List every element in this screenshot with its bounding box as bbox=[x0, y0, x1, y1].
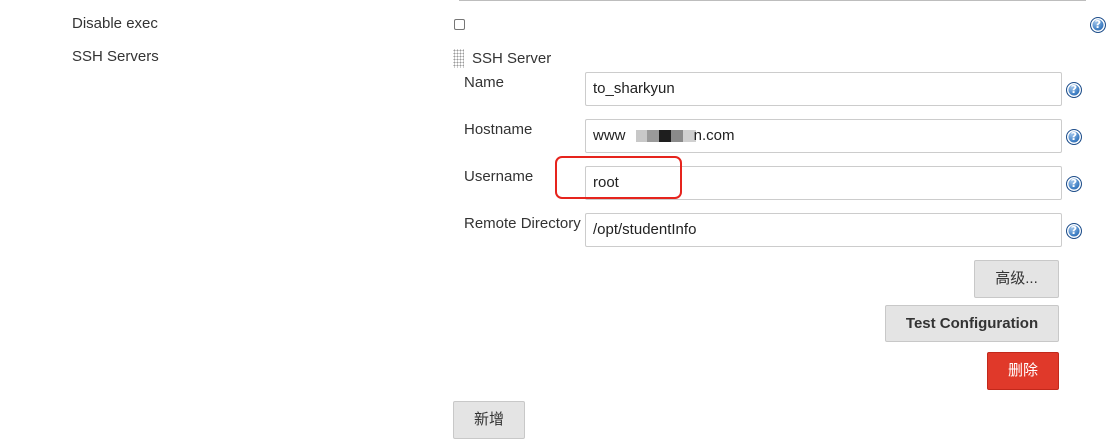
hostname-help-icon[interactable]: ? bbox=[1066, 129, 1082, 145]
remote-directory-help-icon[interactable]: ? bbox=[1066, 223, 1082, 239]
test-configuration-button[interactable]: Test Configuration bbox=[885, 305, 1059, 342]
advanced-button[interactable]: 高级... bbox=[974, 260, 1059, 298]
redaction-mask bbox=[635, 130, 696, 143]
hostname-label: Hostname bbox=[464, 121, 533, 138]
delete-button[interactable]: 删除 bbox=[987, 352, 1059, 390]
disable-exec-label: Disable exec bbox=[72, 15, 158, 32]
name-label: Name bbox=[464, 74, 505, 91]
name-help-icon[interactable]: ? bbox=[1066, 82, 1082, 98]
add-button[interactable]: 新增 bbox=[453, 401, 525, 439]
remote-directory-label: Remote Directory bbox=[464, 215, 581, 232]
drag-handle-icon[interactable] bbox=[453, 49, 464, 68]
ssh-servers-label: SSH Servers bbox=[72, 48, 159, 65]
hostname-value-prefix: www bbox=[593, 127, 626, 144]
disable-exec-help-icon[interactable]: ? bbox=[1090, 17, 1106, 33]
name-input[interactable]: to_sharkyun bbox=[585, 72, 1062, 106]
hostname-value-suffix: .com bbox=[702, 127, 735, 144]
section-divider bbox=[459, 0, 1086, 1]
disable-exec-checkbox[interactable] bbox=[454, 19, 465, 30]
hostname-input[interactable]: www n.com bbox=[585, 119, 1062, 153]
remote-directory-input[interactable]: /opt/studentInfo bbox=[585, 213, 1062, 247]
ssh-server-title: SSH Server bbox=[472, 50, 552, 67]
highlight-box bbox=[555, 156, 682, 199]
username-help-icon[interactable]: ? bbox=[1066, 176, 1082, 192]
hostname-value-tail: n bbox=[693, 127, 703, 144]
username-label: Username bbox=[464, 168, 534, 185]
